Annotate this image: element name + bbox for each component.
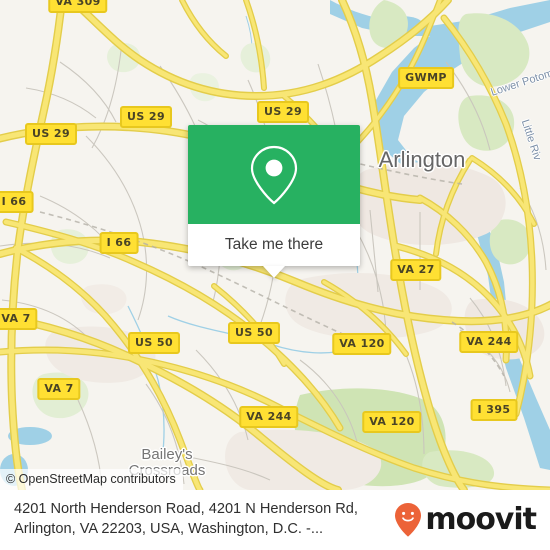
shield-label: VA 27: [397, 263, 435, 276]
shield-label: US 29: [32, 127, 70, 140]
shield-label: US 50: [235, 326, 273, 339]
road-shield-us-29-left: US 29: [25, 123, 77, 145]
road-shield-us-29-right: US 29: [257, 101, 309, 123]
road-shield-i-66-center: I 66: [99, 232, 139, 254]
map-pin-icon: [250, 145, 298, 204]
road-shield-va-244-right: VA 244: [459, 331, 519, 353]
shield-label: US 29: [127, 110, 165, 123]
osm-attribution[interactable]: © OpenStreetMap contributors: [0, 469, 183, 490]
shield-label: VA 120: [339, 337, 385, 350]
moovit-pin-smiley-icon: [395, 503, 422, 537]
moovit-logo[interactable]: moovit: [393, 502, 537, 538]
shield-label: VA 244: [246, 410, 292, 423]
card-pointer-tail: [263, 266, 285, 278]
road-shield-va-7-lower: VA 7: [37, 378, 81, 400]
take-me-there-label: Take me there: [224, 236, 324, 253]
road-shield-va-120-lower: VA 120: [362, 411, 422, 433]
road-shield-va-7-upper: VA 7: [0, 308, 38, 330]
road-shield-va-309: VA 309: [48, 0, 108, 13]
road-shield-us-50-center: US 50: [228, 322, 280, 344]
address-caption: 4201 North Henderson Road, 4201 N Hender…: [14, 501, 358, 537]
shield-label: VA 7: [44, 382, 74, 395]
moovit-wordmark: moovit: [425, 502, 537, 537]
shield-label: US 50: [135, 336, 173, 349]
road-shield-va-27: VA 27: [390, 259, 442, 281]
card-pin-panel: [188, 125, 360, 224]
road-shield-va-120-upper: VA 120: [332, 333, 392, 355]
shield-label: US 29: [264, 105, 302, 118]
shield-label: I 66: [106, 236, 132, 249]
road-shield-i-66-left: I 66: [0, 191, 34, 213]
shield-label: I 395: [477, 403, 511, 416]
moovit-map-screenshot: Arlington Bailey's Crossroads Lower Poto…: [0, 0, 550, 550]
take-me-there-card[interactable]: Take me there: [188, 125, 360, 278]
shield-label: VA 244: [466, 335, 512, 348]
shield-label: I 66: [1, 195, 27, 208]
road-shield-i-395: I 395: [470, 399, 518, 421]
road-shield-us-29-center: US 29: [120, 106, 172, 128]
card-action-bar[interactable]: Take me there: [188, 224, 360, 278]
shield-label: GWMP: [405, 71, 447, 84]
shield-label: VA 7: [1, 312, 31, 325]
road-shield-va-244-lower: VA 244: [239, 406, 299, 428]
shield-label: VA 309: [55, 0, 101, 8]
shield-label: VA 120: [369, 415, 415, 428]
footer-bar: 4201 North Henderson Road, 4201 N Hender…: [0, 490, 550, 550]
road-shield-gwmp: GWMP: [398, 67, 454, 89]
road-shield-us-50-left: US 50: [128, 332, 180, 354]
